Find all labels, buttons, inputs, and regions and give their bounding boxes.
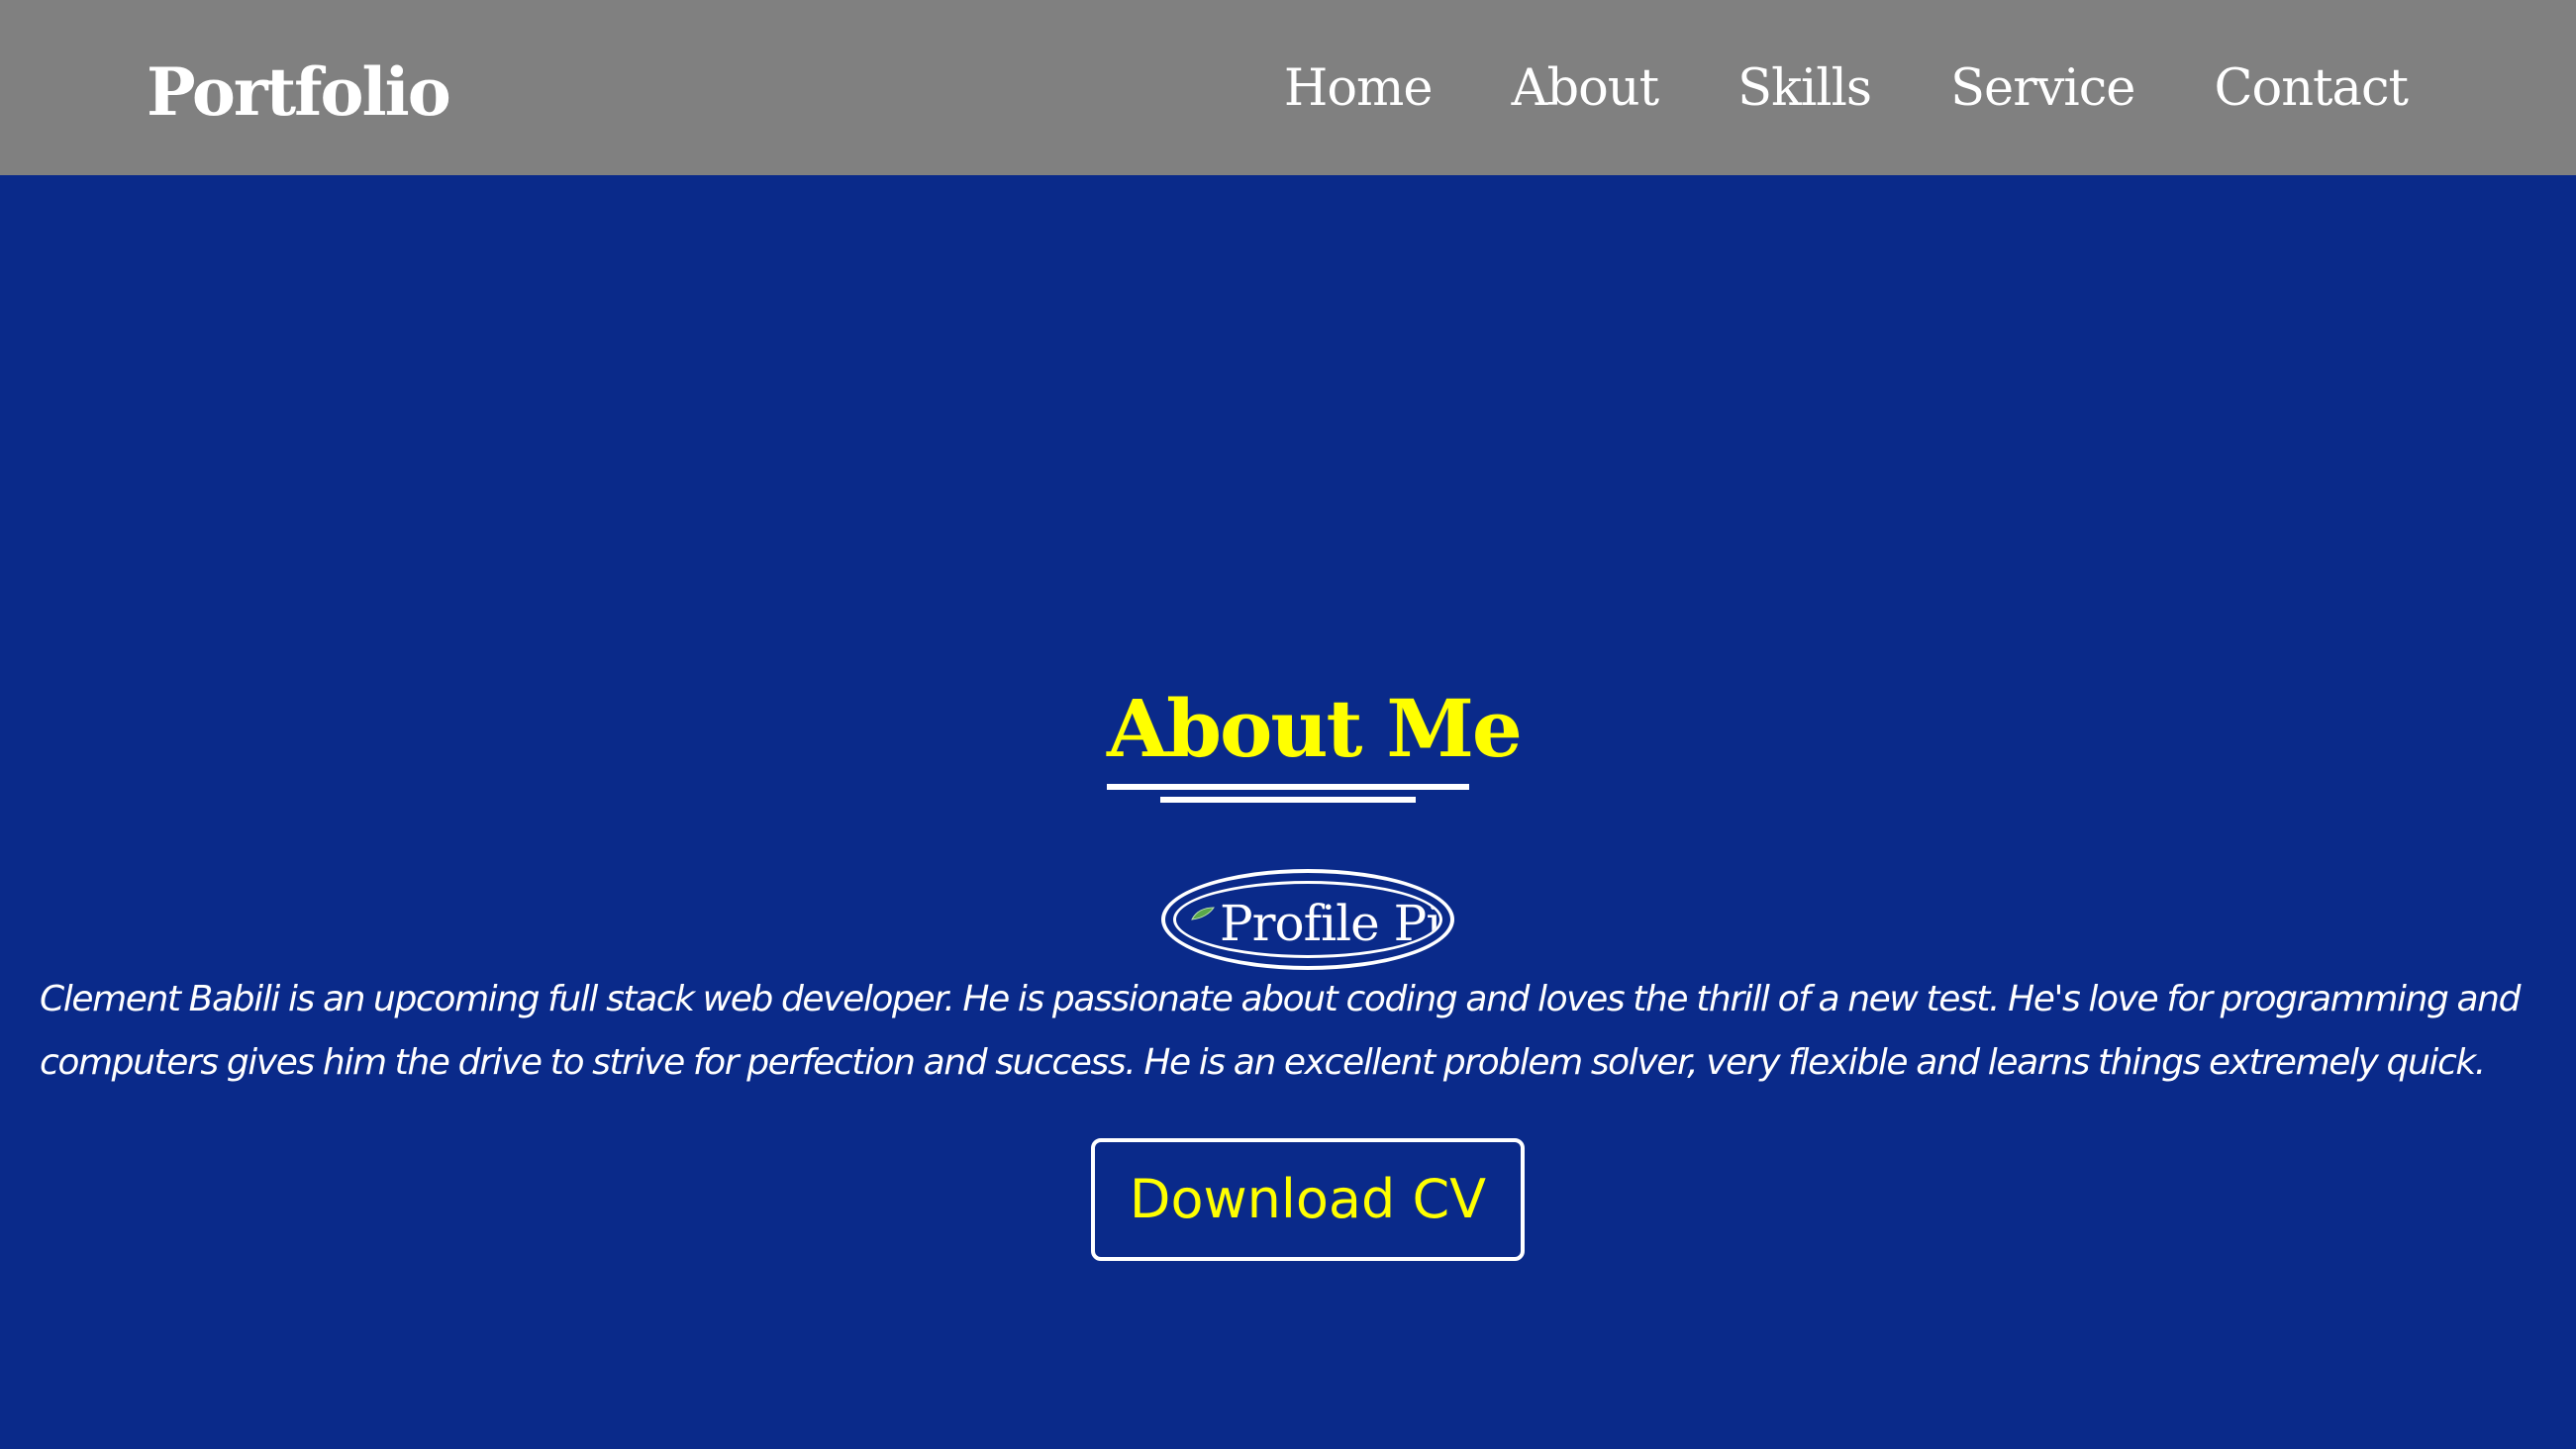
nav-item-service: Service [1950, 54, 2135, 124]
about-heading: About Me [1107, 682, 1523, 775]
nav-link-home[interactable]: Home [1284, 59, 1434, 118]
profile-picture-inner-ring: Profile Pic [1173, 881, 1442, 958]
bio-text: Clement Babili is an upcoming full stack… [40, 979, 2521, 1083]
logo[interactable]: Portfolio [147, 48, 451, 137]
nav-menu: Home About Skills Service Contact [1284, 54, 2409, 124]
nav-item-home: Home [1284, 54, 1434, 124]
heading-underline-long [1107, 784, 1469, 790]
nav-item-contact: Contact [2214, 54, 2409, 124]
navbar: Portfolio Home About Skills Service Cont… [0, 0, 2576, 175]
nav-link-skills[interactable]: Skills [1737, 59, 1872, 118]
profile-picture-alt-text: Profile Pic [1220, 895, 1441, 952]
about-heading-wrap: About Me [1107, 681, 1523, 776]
profile-picture: Profile Pic [1161, 869, 1454, 970]
nav-link-contact[interactable]: Contact [2214, 59, 2409, 118]
download-cv-button[interactable]: Download CV [1091, 1138, 1525, 1261]
broken-image-icon [1191, 907, 1215, 920]
nav-link-service[interactable]: Service [1950, 59, 2135, 118]
nav-item-skills: Skills [1737, 54, 1872, 124]
nav-item-about: About [1512, 54, 1660, 124]
nav-link-about[interactable]: About [1512, 59, 1660, 118]
heading-underline-short [1160, 797, 1416, 803]
